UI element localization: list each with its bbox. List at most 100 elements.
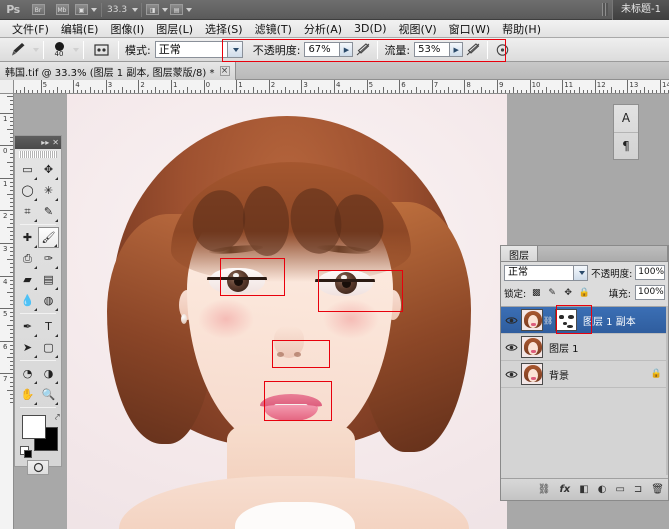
horizontal-ruler[interactable]: 65432101234567891011121314 — [14, 80, 669, 94]
menu-3d[interactable]: 3D(D) — [348, 21, 393, 36]
layer-blend-mode-select[interactable]: 正常 — [504, 264, 589, 281]
layer-thumbnail[interactable] — [521, 336, 543, 358]
layer-mask-thumbnail[interactable] — [555, 309, 577, 331]
close-icon[interactable]: ✕ — [52, 138, 59, 147]
lasso-tool[interactable]: ◯ — [17, 180, 38, 201]
pen-tool[interactable]: ✒ — [17, 316, 38, 337]
pressure-opacity-icon[interactable] — [353, 41, 373, 59]
ruler-origin-corner[interactable] — [0, 80, 14, 94]
layers-list[interactable]: ⛓ 图层 1 副本 图层 1 背景 🔒 — [501, 306, 668, 475]
tool-more-indicator-icon[interactable] — [52, 355, 58, 358]
layer-row[interactable]: ⛓ 图层 1 副本 — [501, 307, 668, 334]
gradient-tool[interactable]: ▤ — [38, 269, 59, 290]
appbar-grip[interactable] — [602, 3, 609, 16]
toggle-brush-panel-icon[interactable] — [88, 40, 114, 60]
collapse-icon[interactable]: ▸▸ — [41, 138, 49, 147]
tool-more-indicator-icon[interactable] — [31, 308, 37, 311]
magic-wand-tool[interactable]: ✳ — [38, 180, 59, 201]
link-layers-icon[interactable]: ⛓ — [538, 484, 551, 495]
chevron-down-icon[interactable] — [132, 7, 139, 12]
rotate-view-tool[interactable]: ◔ — [17, 363, 38, 384]
crop-tool[interactable]: ⌗ — [17, 201, 38, 222]
healing-brush-tool[interactable]: ✚ — [17, 227, 38, 248]
menu-window[interactable]: 窗口(W) — [443, 20, 496, 38]
dodge-tool[interactable]: ◍ — [38, 290, 59, 311]
menu-image[interactable]: 图像(I) — [104, 20, 150, 38]
layer-mask-link-icon[interactable]: ⛓ — [543, 316, 553, 325]
layer-opacity-input[interactable]: 100% — [635, 265, 665, 280]
menu-select[interactable]: 选择(S) — [199, 20, 249, 38]
blend-mode-select[interactable]: 正常 — [154, 41, 243, 58]
airbrush-icon[interactable] — [492, 41, 512, 59]
opacity-input[interactable]: 67% — [304, 42, 341, 57]
tool-more-indicator-icon[interactable] — [31, 219, 37, 222]
chevron-down-icon[interactable] — [226, 42, 242, 57]
close-icon[interactable]: × — [219, 66, 230, 76]
new-group-icon[interactable]: ▭ — [615, 484, 624, 495]
document-canvas[interactable] — [67, 94, 507, 529]
tool-more-indicator-icon[interactable] — [51, 244, 57, 247]
flow-input[interactable]: 53% — [414, 42, 451, 57]
document-tab[interactable]: 韩国.tif @ 33.3% (图层 1 副本, 图层蒙版/8) * × — [0, 62, 236, 80]
tool-more-indicator-icon[interactable] — [52, 308, 58, 311]
brush-preset-chevron-icon[interactable] — [73, 47, 79, 52]
layer-fill-input[interactable]: 100% — [635, 285, 665, 300]
lock-position-icon[interactable]: ✥ — [562, 288, 574, 298]
path-selection-tool[interactable]: ➤ — [17, 337, 38, 358]
foreground-color-swatch[interactable] — [22, 415, 46, 439]
brush-tool-chevron-icon[interactable] — [33, 47, 39, 52]
flow-slider-arrow-icon[interactable]: ▶ — [450, 42, 464, 57]
untitled-document-chip[interactable]: 未标题-1 — [612, 0, 669, 20]
menu-analysis[interactable]: 分析(A) — [298, 20, 348, 38]
layer-thumbnail[interactable] — [521, 363, 543, 385]
lock-all-icon[interactable]: 🔒 — [578, 288, 590, 298]
menu-file[interactable]: 文件(F) — [6, 20, 55, 38]
menu-view[interactable]: 视图(V) — [393, 20, 443, 38]
swap-colors-icon[interactable]: ⤤ — [55, 413, 60, 423]
history-brush-tool[interactable]: ✑ — [38, 248, 59, 269]
tool-more-indicator-icon[interactable] — [52, 219, 58, 222]
mini-bridge-icon[interactable]: Mb — [51, 2, 73, 18]
opacity-slider-arrow-icon[interactable]: ▶ — [340, 42, 354, 57]
add-layer-mask-icon[interactable]: ◧ — [579, 484, 588, 495]
menu-filter[interactable]: 滤镜(T) — [249, 20, 298, 38]
tool-more-indicator-icon[interactable] — [31, 355, 37, 358]
paragraph-panel-icon[interactable]: ¶ — [614, 131, 638, 160]
layer-row[interactable]: 图层 1 — [501, 334, 668, 361]
marquee-tool[interactable]: ▭ — [17, 159, 38, 180]
tools-panel-header[interactable]: ▸▸ ✕ — [15, 136, 61, 149]
layers-scrollbar[interactable] — [666, 306, 668, 475]
menu-help[interactable]: 帮助(H) — [496, 20, 547, 38]
new-layer-icon[interactable]: ⊐ — [634, 484, 642, 495]
bridge-icon[interactable]: Br — [27, 2, 49, 18]
quick-mask-icon[interactable] — [27, 459, 49, 475]
layer-visibility-toggle[interactable] — [501, 316, 521, 325]
delete-layer-icon[interactable]: 🗑 — [651, 484, 664, 495]
zoom-tool[interactable]: 🔍 — [38, 384, 59, 405]
layer-row[interactable]: 背景 🔒 — [501, 361, 668, 388]
vertical-ruler[interactable]: 2101234567 — [0, 94, 14, 529]
layer-style-icon[interactable]: fx — [559, 484, 570, 495]
screen-mode-icon[interactable]: ◨ — [146, 2, 169, 18]
lock-image-icon[interactable]: ✎ — [546, 288, 558, 298]
type-tool[interactable]: T — [38, 316, 59, 337]
menu-layer[interactable]: 图层(L) — [150, 20, 199, 38]
character-panel-icon[interactable]: A — [614, 105, 638, 132]
default-colors-icon[interactable] — [20, 446, 32, 458]
lock-transparent-icon[interactable]: ▩ — [530, 288, 542, 298]
layer-visibility-toggle[interactable] — [501, 343, 521, 352]
eyedropper-tool[interactable]: ✎ — [38, 201, 59, 222]
view-extras-icon[interactable]: ▣ — [75, 2, 97, 18]
clone-stamp-tool[interactable]: ⎙ — [17, 248, 38, 269]
tab-layers[interactable]: 图层 — [501, 246, 538, 262]
brush-preset-picker-icon[interactable]: 40 — [48, 41, 70, 58]
chevron-down-icon[interactable] — [573, 265, 588, 280]
pressure-flow-icon[interactable] — [463, 41, 483, 59]
layer-thumbnail[interactable] — [521, 309, 543, 331]
arrange-documents-icon[interactable]: ▤ — [170, 2, 193, 18]
move-tool[interactable]: ✥ — [38, 159, 59, 180]
eraser-tool[interactable]: ▰ — [17, 269, 38, 290]
zoom-level-field[interactable]: 33.3 — [105, 5, 129, 15]
brush-tool[interactable]: 🖌 — [38, 227, 59, 248]
rectangle-shape-tool[interactable]: ▢ — [38, 337, 59, 358]
